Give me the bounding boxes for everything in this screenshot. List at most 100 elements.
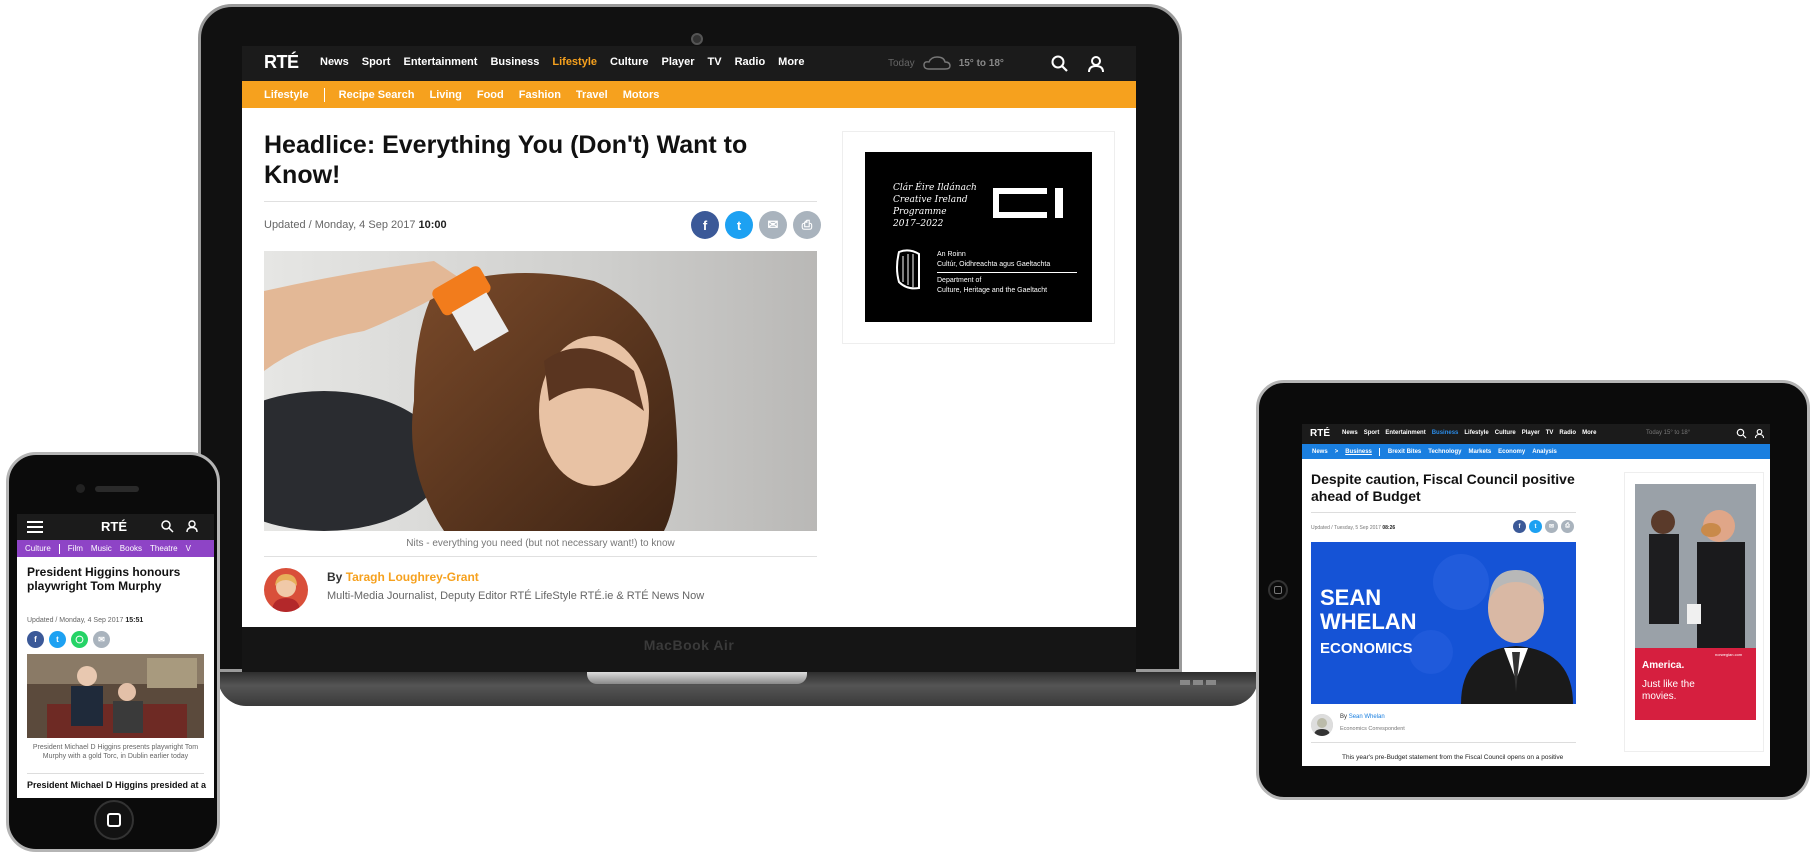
hero-name-text: SEAN WHELAN — [1320, 585, 1417, 634]
nav-item-player[interactable]: Player — [662, 56, 695, 68]
phone-article-body: President Michael D Higgins presided at … — [27, 780, 207, 790]
facebook-share-button[interactable]: f — [1513, 520, 1526, 533]
subnav-item-books[interactable]: Books — [120, 544, 142, 553]
weather-widget[interactable]: Today 15° to 18° — [888, 56, 1004, 70]
divider — [264, 556, 817, 557]
nav-item-sport[interactable]: Sport — [362, 56, 391, 68]
subnav-item-film[interactable]: Film — [68, 544, 83, 553]
facebook-share-button[interactable]: f — [27, 631, 44, 648]
user-icon[interactable] — [1086, 54, 1106, 74]
creative-ireland-ad[interactable]: Clár Éire Ildánach Creative Ireland Prog… — [865, 152, 1092, 322]
weather-temp: 15° to 18° — [958, 57, 1004, 69]
nav-item-radio[interactable]: Radio — [1559, 430, 1576, 436]
nav-item-news[interactable]: News — [1342, 430, 1358, 436]
nav-item-player[interactable]: Player — [1522, 430, 1540, 436]
nav-item-entertainment[interactable]: Entertainment — [1385, 430, 1425, 436]
tablet-site-logo[interactable]: RTÉ — [1310, 428, 1330, 439]
updated-date: Updated / Monday, 4 Sep 2017 — [27, 617, 124, 624]
norwegian-ad[interactable]: norwegian.com America. Just like the mov… — [1635, 484, 1756, 720]
nav-item-more[interactable]: More — [778, 56, 804, 68]
subnav-item-music[interactable]: Music — [91, 544, 112, 553]
article-title: Headlice: Everything You (Don't) Want to… — [264, 131, 748, 189]
author-avatar[interactable] — [264, 568, 308, 612]
nav-item-lifestyle[interactable]: Lifestyle — [1464, 430, 1488, 436]
user-icon[interactable] — [185, 519, 199, 533]
byline-prefix: By — [1340, 714, 1348, 720]
author-role: Multi-Media Journalist, Deputy Editor RT… — [327, 590, 705, 602]
search-icon[interactable] — [1050, 54, 1070, 74]
laptop-hinge — [587, 672, 807, 684]
author-name-link[interactable]: Sean Whelan — [1349, 714, 1385, 720]
nav-menu: News Sport Entertainment Business Lifest… — [320, 56, 804, 68]
print-button[interactable]: ⎙ — [793, 211, 821, 239]
nav-item-radio[interactable]: Radio — [735, 56, 766, 68]
subnav-item-food[interactable]: Food — [477, 89, 504, 101]
nav-item-lifestyle[interactable]: Lifestyle — [552, 56, 597, 68]
twitter-share-button[interactable]: t — [725, 211, 753, 239]
whatsapp-icon — [75, 635, 84, 644]
subnav-item-analysis[interactable]: Analysis — [1532, 449, 1557, 455]
ad-photo — [1635, 484, 1756, 648]
author-byline: By Taragh Loughrey-Grant — [327, 570, 479, 584]
facebook-share-button[interactable]: f — [691, 211, 719, 239]
phone-article-title: President Higgins honours playwright Tom… — [27, 565, 181, 593]
subnav-item-brexit-bites[interactable]: Brexit Bites — [1388, 449, 1421, 455]
phone-screen: RTÉ Culture Film Music Books Theatre V P… — [17, 514, 214, 798]
breadcrumb-business[interactable]: Business — [1345, 449, 1372, 455]
nav-item-business[interactable]: Business — [1432, 430, 1459, 436]
phone-image-caption: President Michael D Higgins presents pla… — [32, 744, 199, 760]
print-button[interactable]: ⎙ — [1561, 520, 1574, 533]
ad-department-block: An Roinn Cultúr, Oidhreachta agus Gaelta… — [937, 250, 1077, 296]
user-icon[interactable] — [1754, 428, 1765, 439]
nav-item-culture[interactable]: Culture — [1495, 430, 1516, 436]
whatsapp-share-button[interactable] — [71, 631, 88, 648]
nav-item-sport[interactable]: Sport — [1364, 430, 1380, 436]
search-icon[interactable] — [1736, 428, 1747, 439]
tablet-article-updated: Updated / Tuesday, 5 Sep 2017 08:26 — [1311, 525, 1395, 531]
site-logo[interactable]: RTÉ — [264, 52, 299, 73]
ad-line-1: Clár Éire Ildánach — [893, 183, 977, 193]
subnav-item-truncated[interactable]: V — [186, 544, 191, 553]
subnav-item-living[interactable]: Living — [429, 89, 461, 101]
tablet-weather-widget[interactable]: Today 15° to 18° — [1646, 430, 1690, 436]
twitter-share-button[interactable]: t — [49, 631, 66, 648]
nav-item-business[interactable]: Business — [490, 56, 539, 68]
nav-item-culture[interactable]: Culture — [610, 56, 649, 68]
phone-site-logo[interactable]: RTÉ — [101, 519, 127, 534]
ad-dept-2: Cultúr, Oidhreachta agus Gaeltachta — [937, 260, 1077, 273]
girl-with-comb-photo — [264, 251, 817, 531]
divider — [264, 201, 817, 202]
ad-dept-4: Culture, Heritage and the Gaeltacht — [937, 287, 1048, 294]
nav-item-more[interactable]: More — [1582, 430, 1596, 436]
subnav-section-culture[interactable]: Culture — [25, 544, 51, 553]
author-name-link[interactable]: Taragh Loughrey-Grant — [346, 570, 479, 584]
breadcrumb-news[interactable]: News — [1312, 449, 1328, 455]
nav-item-tv[interactable]: TV — [1546, 430, 1554, 436]
hamburger-menu-icon[interactable] — [27, 521, 43, 533]
nav-item-news[interactable]: News — [320, 56, 349, 68]
subnav-item-economy[interactable]: Economy — [1498, 449, 1525, 455]
subnav-item-motors[interactable]: Motors — [623, 89, 660, 101]
divider — [27, 773, 204, 774]
ad-line-4: 2017–2022 — [893, 219, 944, 229]
phone-article-photo — [27, 654, 204, 738]
email-share-button[interactable]: ✉ — [93, 631, 110, 648]
ad-line-3: Programme — [893, 207, 947, 217]
email-share-button[interactable]: ✉ — [759, 211, 787, 239]
phone-article-updated: Updated / Monday, 4 Sep 2017 15:51 — [27, 617, 143, 624]
subnav-item-theatre[interactable]: Theatre — [150, 544, 178, 553]
nav-item-entertainment[interactable]: Entertainment — [403, 56, 477, 68]
subnav-section-lifestyle[interactable]: Lifestyle — [264, 89, 309, 101]
home-button-icon — [107, 813, 121, 827]
subnav-item-travel[interactable]: Travel — [576, 89, 608, 101]
byline-prefix: By — [327, 570, 343, 584]
subnav-item-markets[interactable]: Markets — [1468, 449, 1491, 455]
search-icon[interactable] — [160, 519, 174, 533]
nav-item-tv[interactable]: TV — [708, 56, 722, 68]
twitter-share-button[interactable]: t — [1529, 520, 1542, 533]
subnav-item-fashion[interactable]: Fashion — [519, 89, 561, 101]
tablet-author-avatar[interactable] — [1311, 714, 1333, 736]
subnav-item-technology[interactable]: Technology — [1428, 449, 1461, 455]
email-share-button[interactable]: ✉ — [1545, 520, 1558, 533]
subnav-item-recipe-search[interactable]: Recipe Search — [339, 89, 415, 101]
